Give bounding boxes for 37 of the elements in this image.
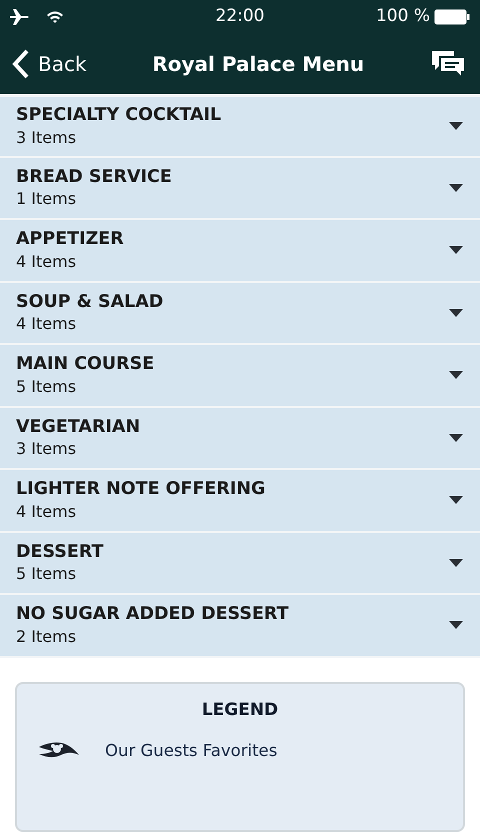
section-title: BREAD SERVICE: [16, 166, 172, 188]
menu-section[interactable]: SPECIALTY COCKTAIL 3 Items: [0, 95, 480, 158]
section-title: DESSERT: [16, 540, 104, 564]
menu-section[interactable]: MAIN COURSE 5 Items: [0, 345, 480, 408]
item-count: 1 Items: [16, 188, 78, 210]
menu-section[interactable]: LIGHTER NOTE OFFERING 4 Items: [0, 470, 480, 532]
item-count: 3 Items: [16, 438, 78, 460]
battery-percentage: 100 %: [376, 5, 430, 28]
menu-section[interactable]: SOUP & SALAD 4 Items: [0, 282, 480, 345]
section-title: VEGETARIAN: [16, 416, 140, 438]
battery-icon: [434, 9, 470, 25]
item-count: 3 Items: [16, 126, 78, 148]
menu-section[interactable]: DESSERT 5 Items: [0, 532, 480, 595]
section-title: MAIN COURSE: [16, 353, 154, 376]
item-count: 4 Items: [16, 250, 78, 272]
legend-label: Our Guests Favorites: [105, 740, 278, 762]
status-time: 22:00: [216, 5, 264, 28]
airplane-icon: [10, 9, 30, 25]
item-count: 5 Items: [16, 563, 78, 585]
item-count: 4 Items: [16, 313, 78, 335]
menu-section[interactable]: VEGETARIAN 3 Items: [0, 408, 480, 470]
section-title: NO SUGAR ADDED DESSERT: [16, 603, 289, 626]
screen-title: Royal Palace Menu: [152, 51, 364, 78]
chevron-left-icon: [12, 49, 30, 79]
item-count: 2 Items: [16, 626, 78, 648]
menu-section[interactable]: APPETIZER 4 Items: [0, 220, 480, 282]
section-title: APPETIZER: [16, 228, 124, 251]
item-count: 4 Items: [16, 500, 78, 522]
item-count: 5 Items: [16, 376, 78, 398]
legend-title: LEGEND: [200, 698, 280, 722]
section-title: LIGHTER NOTE OFFERING: [16, 478, 266, 501]
section-title: SOUP & SALAD: [16, 290, 164, 314]
menu-section[interactable]: BREAD SERVICE 1 Items: [0, 158, 480, 220]
menu-section[interactable]: NO SUGAR ADDED DESSERT 2 Items: [0, 595, 480, 658]
section-title: SPECIALTY COCKTAIL: [16, 104, 222, 127]
back-button[interactable]: Back: [12, 49, 87, 79]
wifi-icon: [46, 10, 64, 24]
